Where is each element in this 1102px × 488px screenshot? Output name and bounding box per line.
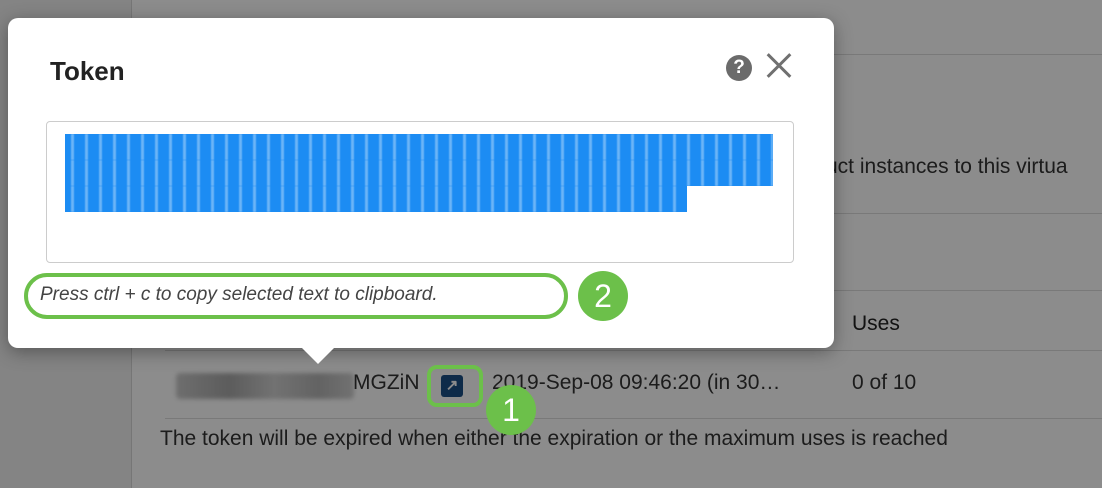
selected-text-line xyxy=(65,160,773,186)
modal-pointer-arrow xyxy=(300,346,336,364)
close-icon[interactable] xyxy=(760,48,796,84)
copy-icon-highlight-outline xyxy=(427,365,483,407)
selected-text-line xyxy=(65,186,687,212)
token-textarea[interactable] xyxy=(46,121,794,263)
selected-text-line xyxy=(65,134,773,160)
modal-title: Token xyxy=(50,56,125,86)
question-circle-icon[interactable]: ? xyxy=(726,55,752,81)
step-2-badge: 2 xyxy=(578,271,628,321)
token-modal: Token ? Press ctrl + c to copy selected … xyxy=(8,18,834,348)
step-1-badge: 1 xyxy=(486,385,536,435)
copy-hint: Press ctrl + c to copy selected text to … xyxy=(40,284,438,305)
